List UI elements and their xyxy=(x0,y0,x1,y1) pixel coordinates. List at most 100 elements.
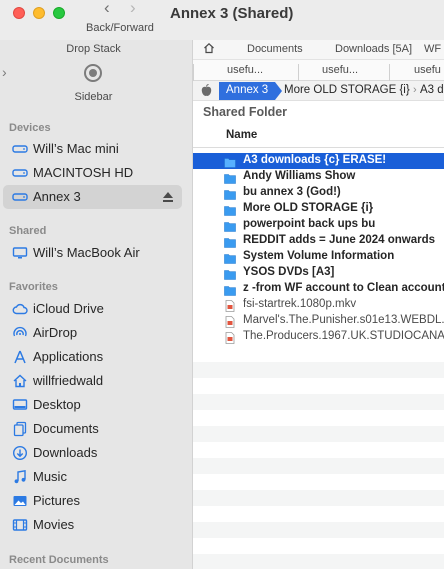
file-name: YSOS DVDs [A3] xyxy=(243,266,335,278)
sidebar-toggle-label[interactable]: Sidebar xyxy=(0,91,187,103)
sidebar-item-documents[interactable]: Documents xyxy=(3,417,182,441)
forward-button[interactable]: › xyxy=(130,0,136,17)
sidebar-item-label: iCloud Drive xyxy=(33,301,104,316)
folder-icon xyxy=(224,203,236,216)
sidebar-item-label: willfriedwald xyxy=(33,373,104,388)
favorites-bar-item-documents[interactable]: Documents xyxy=(247,43,303,55)
sidebar-item-icloud-drive[interactable]: iCloud Drive xyxy=(3,297,182,321)
folder-icon xyxy=(224,171,236,184)
sidebar-item-airdrop[interactable]: AirDrop xyxy=(3,321,182,345)
drop-stack-label[interactable]: Drop Stack xyxy=(0,43,187,55)
favorites-bar: Documents Downloads [5A] WF xyxy=(193,40,444,60)
sidebar-item-wills-macbook-air[interactable]: Will’s MacBook Air xyxy=(3,241,182,265)
desktop-icon xyxy=(12,397,28,413)
favorites-section-header: Favorites xyxy=(9,281,58,293)
table-row[interactable]: Andy Williams Show xyxy=(193,169,444,185)
sidebar-item-wills-mac-mini[interactable]: Will’s Mac mini xyxy=(3,137,182,161)
folder-icon xyxy=(224,283,236,296)
sidebar-item-label: Desktop xyxy=(33,397,81,412)
cloud-icon xyxy=(12,301,28,317)
sidebar-item-label: Will’s Mac mini xyxy=(33,141,119,156)
table-row[interactable]: Marvel's.The.Punisher.s01e13.WEBDL.1 xyxy=(193,313,444,329)
table-row[interactable]: bu annex 3 (God!) xyxy=(193,185,444,201)
table-row[interactable]: z -from WF account to Clean account xyxy=(193,281,444,297)
sidebar-item-label: Movies xyxy=(33,517,75,532)
table-row[interactable]: YSOS DVDs [A3] xyxy=(193,265,444,281)
tab-usefu-2[interactable]: usefu... xyxy=(322,64,358,76)
file-name: bu annex 3 (God!) xyxy=(243,186,341,198)
folder-icon xyxy=(224,155,236,168)
chevron-right-icon: › xyxy=(413,84,417,96)
tab-usefu-3[interactable]: usefu xyxy=(414,64,441,76)
title-bar: ‹ › Back/Forward Annex 3 (Shared) xyxy=(0,0,444,40)
table-row[interactable]: A3 downloads {c} ERASE! xyxy=(193,153,444,169)
sidebar-item-macintosh-hd[interactable]: MACINTOSH HD xyxy=(3,161,182,185)
sidebar-item-label: Pictures xyxy=(33,493,80,508)
favorites-bar-item-downloads[interactable]: Downloads [5A] xyxy=(335,43,412,55)
empty-list-area[interactable] xyxy=(193,346,444,569)
apple-icon[interactable] xyxy=(201,84,212,100)
drive-icon xyxy=(12,165,28,181)
file-name: fsi-startrek.1080p.mkv xyxy=(243,298,357,310)
document-icon xyxy=(12,421,28,437)
video-file-icon xyxy=(224,299,236,312)
path-segment-more-old-storage[interactable]: More OLD STORAGE {i} xyxy=(284,84,410,96)
table-row[interactable]: fsi-startrek.1080p.mkv xyxy=(193,297,444,313)
column-header-row: Name xyxy=(193,124,444,148)
file-name: A3 downloads {c} ERASE! xyxy=(243,154,387,166)
close-window-button[interactable] xyxy=(13,7,25,19)
recent-documents-section-header: Recent Documents xyxy=(9,554,109,566)
downloads-icon xyxy=(12,445,28,461)
sidebar-item-downloads[interactable]: Downloads xyxy=(3,441,182,465)
table-row[interactable]: System Volume Information xyxy=(193,249,444,265)
folder-icon xyxy=(224,187,236,200)
sidebar-item-pictures[interactable]: Pictures xyxy=(3,489,182,513)
video-file-icon xyxy=(224,331,236,344)
sidebar-item-label: AirDrop xyxy=(33,325,78,340)
pictures-icon xyxy=(12,493,28,509)
sidebar-toggle-icon[interactable] xyxy=(84,64,102,82)
back-button[interactable]: ‹ xyxy=(104,0,110,17)
file-list: A3 downloads {c} ERASE! Andy Williams Sh… xyxy=(193,153,444,345)
table-row[interactable]: powerpoint back ups bu xyxy=(193,217,444,233)
path-segment-a3-downloads[interactable]: A3 d xyxy=(420,84,444,96)
applications-icon xyxy=(12,349,28,365)
movies-icon xyxy=(12,517,28,533)
shared-section-header: Shared xyxy=(9,225,47,237)
zoom-window-button[interactable] xyxy=(53,7,65,19)
sidebar-item-movies[interactable]: Movies xyxy=(3,513,182,537)
chevron-right-icon[interactable]: › xyxy=(2,64,7,80)
video-file-icon xyxy=(224,315,236,328)
minimize-window-button[interactable] xyxy=(33,7,45,19)
column-header-name[interactable]: Name xyxy=(226,129,257,141)
back-forward-label: Back/Forward xyxy=(86,22,154,34)
sidebar-item-desktop[interactable]: Desktop xyxy=(3,393,182,417)
eject-icon[interactable] xyxy=(162,190,174,202)
sidebar-item-label: Applications xyxy=(33,349,104,364)
file-name: Andy Williams Show xyxy=(243,170,356,182)
folder-icon xyxy=(224,267,236,280)
devices-section-header: Devices xyxy=(9,122,51,134)
favorites-bar-item-wf[interactable]: WF xyxy=(424,43,441,55)
sidebar-item-music[interactable]: Music xyxy=(3,465,182,489)
folder-icon xyxy=(224,235,236,248)
path-segment-annex-3[interactable]: Annex 3 xyxy=(219,82,283,100)
sidebar-item-applications[interactable]: Applications xyxy=(3,345,182,369)
home-icon[interactable] xyxy=(203,42,215,57)
table-row[interactable]: The.Producers.1967.UK.STUDIOCANAL xyxy=(193,329,444,345)
file-name: The.Producers.1967.UK.STUDIOCANAL xyxy=(243,330,444,342)
sidebar-item-annex-3[interactable]: Annex 3 xyxy=(3,185,182,209)
file-name: System Volume Information xyxy=(243,250,395,262)
sidebar-item-label: Music xyxy=(33,469,67,484)
table-row[interactable]: More OLD STORAGE {i} xyxy=(193,201,444,217)
sidebar-item-label: Annex 3 xyxy=(33,189,81,204)
sidebar-item-label: Documents xyxy=(33,421,99,436)
home-icon xyxy=(12,373,28,389)
sidebar: Drop Stack › Sidebar Devices Will’s Mac … xyxy=(0,40,193,569)
table-row[interactable]: REDDIT adds = June 2024 onwards xyxy=(193,233,444,249)
sidebar-item-willfriedwald[interactable]: willfriedwald xyxy=(3,369,182,393)
drive-icon xyxy=(12,141,28,157)
folder-section-header: Shared Folder xyxy=(203,105,288,119)
tab-usefu-1[interactable]: usefu... xyxy=(227,64,263,76)
folder-icon xyxy=(224,219,236,232)
